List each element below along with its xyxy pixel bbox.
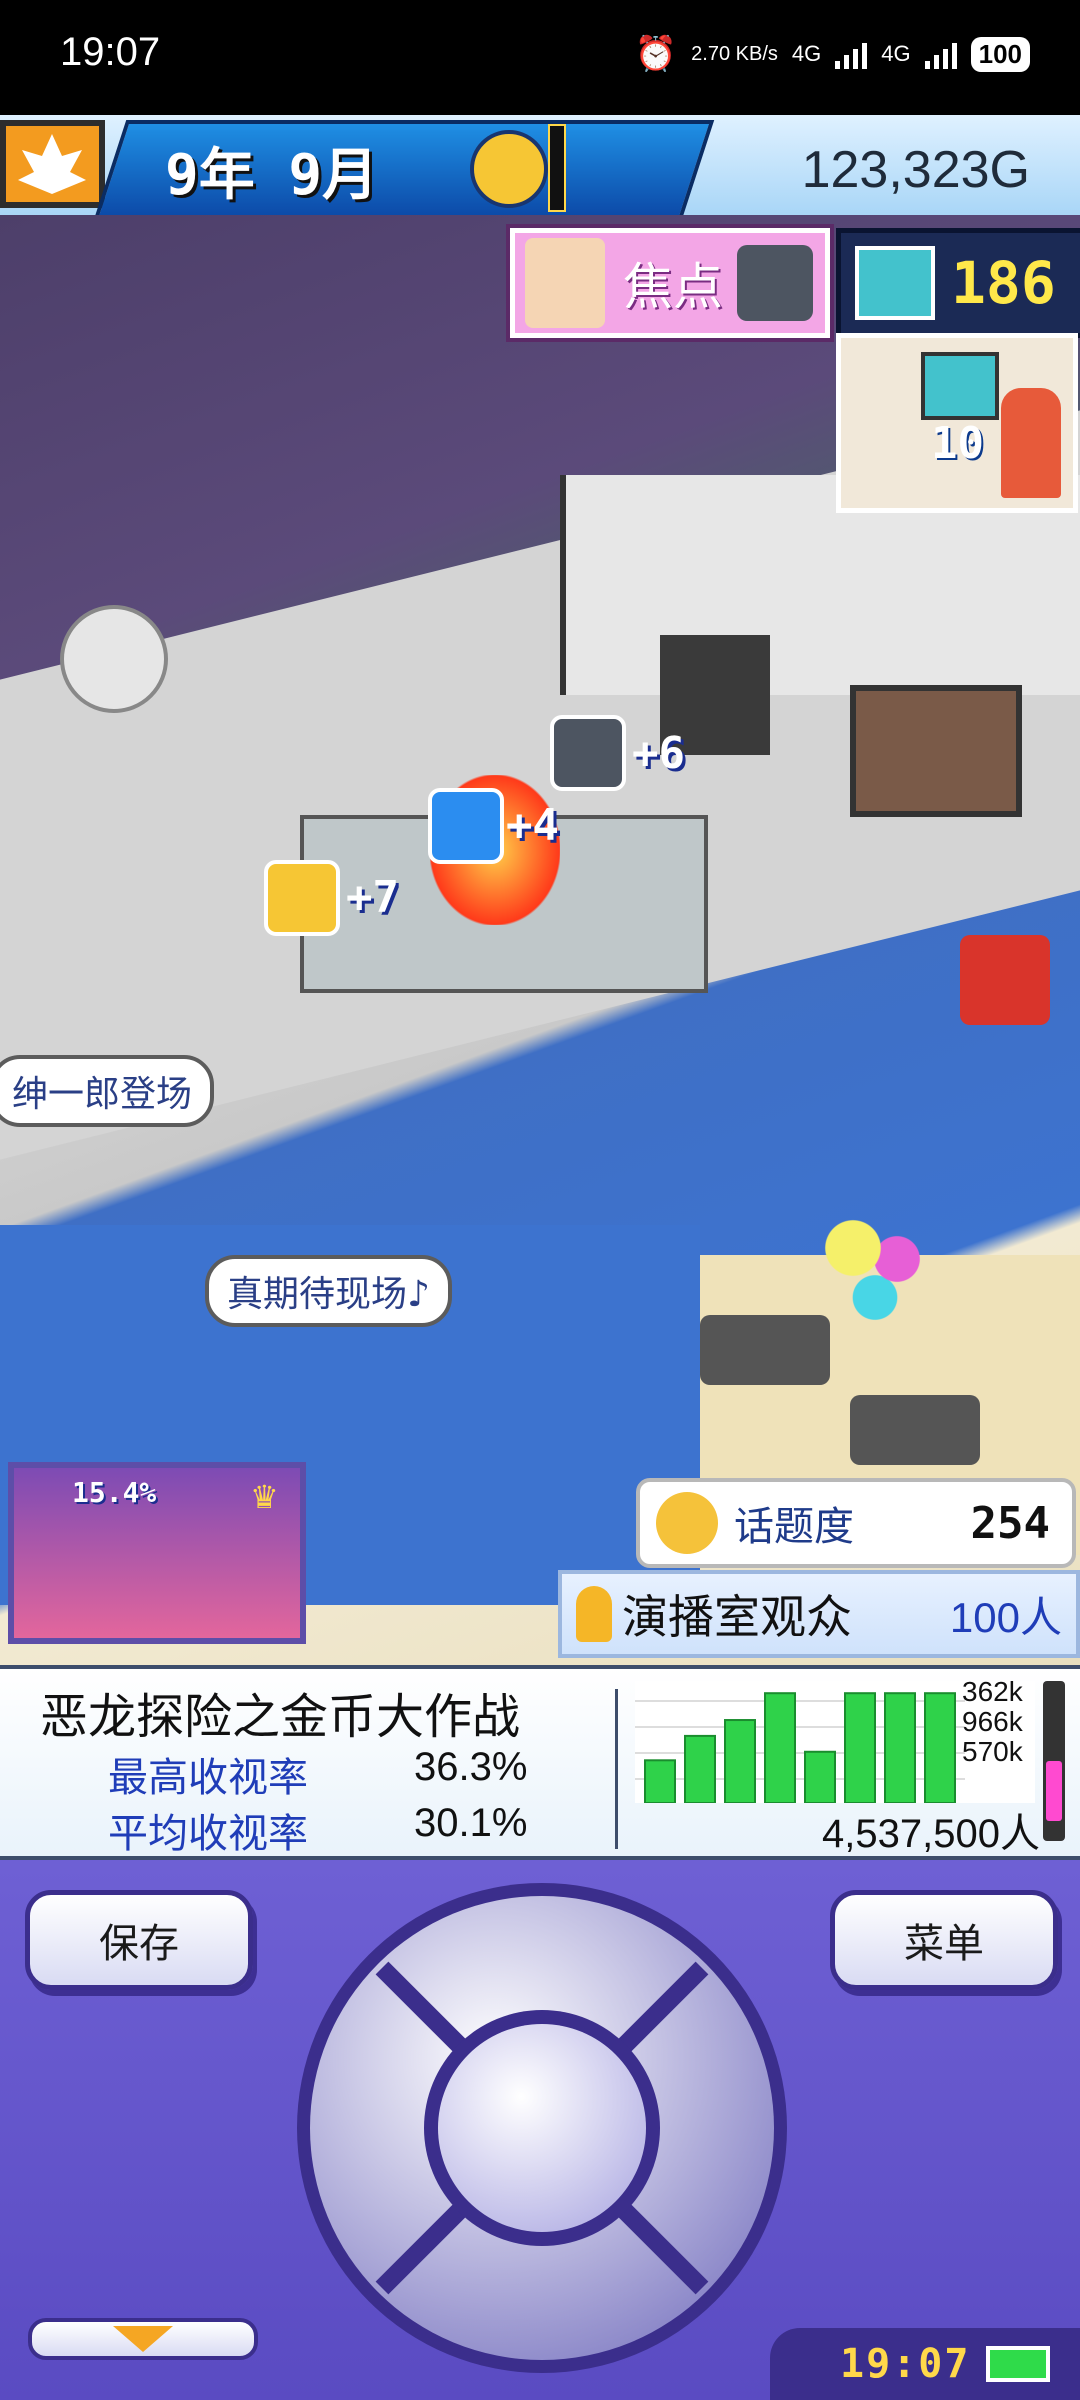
topic-value: 254 bbox=[970, 1497, 1050, 1549]
host-character-icon bbox=[1001, 388, 1061, 498]
rating-bar bbox=[844, 1692, 876, 1805]
studio-number: 10 bbox=[931, 418, 984, 469]
studio-camera bbox=[850, 1395, 980, 1465]
speed-gauge bbox=[548, 124, 566, 212]
signal-icon-2 bbox=[924, 39, 957, 69]
signal-icon-1 bbox=[835, 39, 868, 69]
speech-bubble: 真期待现场♪ bbox=[205, 1255, 452, 1327]
speed-dial-icon[interactable] bbox=[470, 130, 548, 208]
net-speed: 2.70 KB/s bbox=[691, 42, 778, 65]
battery-indicator: 100 bbox=[970, 36, 1030, 72]
status-icons: ⏰ 2.70 KB/s 4G 4G 100 bbox=[635, 34, 1030, 74]
money-display: 123,323G bbox=[801, 141, 1030, 199]
program-panel[interactable]: 恶龙探险之金币大作战 最高收视率 36.3% 平均收视率 30.1% 362k … bbox=[0, 1665, 1080, 1860]
rating-bar bbox=[764, 1692, 796, 1805]
divider bbox=[615, 1689, 618, 1849]
focus-panel[interactable]: 焦点 bbox=[510, 228, 830, 338]
rating-bar bbox=[724, 1719, 756, 1804]
studio-camera bbox=[700, 1315, 830, 1385]
rating-bar bbox=[924, 1692, 956, 1805]
plus-value-1: +6 bbox=[632, 728, 685, 779]
game-clock: 19:07 bbox=[840, 2341, 971, 2387]
monitor-icon bbox=[855, 246, 935, 320]
max-rating-label: 最高收视率 bbox=[108, 1755, 308, 1801]
focus-character-icon bbox=[525, 238, 605, 328]
menu-button[interactable]: 菜单 bbox=[830, 1890, 1058, 1990]
directional-pad[interactable] bbox=[292, 1878, 792, 2378]
focus-label: 焦点 bbox=[623, 258, 723, 316]
alarm-icon: ⏰ bbox=[634, 35, 678, 73]
speech-bubble: 绅一郎登场 bbox=[0, 1055, 215, 1127]
balloons bbox=[820, 1215, 930, 1325]
mascot-tv[interactable] bbox=[960, 935, 1050, 1025]
smile-face-icon bbox=[264, 860, 340, 936]
studio-preview[interactable]: 10 bbox=[836, 333, 1078, 513]
program-thumbnail[interactable]: 15.4% ♛ bbox=[8, 1462, 306, 1644]
topic-panel: 话题度 254 bbox=[636, 1478, 1076, 1568]
chart-label: 570k bbox=[962, 1736, 1023, 1767]
status-time: 19:07 bbox=[60, 30, 161, 74]
rating-meter-fill bbox=[1046, 1761, 1062, 1821]
plus-value-3: +7 bbox=[346, 872, 399, 923]
tv-screen bbox=[850, 685, 1022, 817]
neutral-face-icon bbox=[550, 715, 626, 791]
game-clock-bar: 19:07 bbox=[770, 2328, 1080, 2400]
audience-value: 100人 bbox=[949, 1593, 1062, 1641]
network-label-2: 4G bbox=[881, 41, 911, 66]
avg-rating-label: 平均收视率 bbox=[108, 1811, 308, 1857]
rating-bar bbox=[884, 1692, 916, 1805]
program-title: 恶龙探险之金币大作战 bbox=[40, 1689, 521, 1745]
topic-icon bbox=[656, 1492, 718, 1554]
tv-count-value: 186 bbox=[951, 249, 1056, 317]
rating-bar bbox=[684, 1734, 716, 1804]
satellite-dish bbox=[60, 605, 168, 713]
battery-icon bbox=[986, 2346, 1051, 2382]
topic-label: 话题度 bbox=[734, 1504, 854, 1550]
neutral-face-icon bbox=[737, 245, 813, 321]
triangle-down-icon bbox=[113, 2326, 173, 2352]
chart-labels: 362k 966k 570k bbox=[962, 1677, 1023, 1767]
monitor-icon bbox=[921, 352, 999, 420]
status-bar: 19:07 ⏰ 2.70 KB/s 4G 4G 100 bbox=[0, 0, 1080, 115]
station-logo-icon[interactable] bbox=[0, 120, 105, 208]
audience-label: 演播室观众 bbox=[622, 1590, 852, 1644]
tv-count-panel[interactable]: 186 bbox=[836, 228, 1080, 338]
viewers-count: 4,537,500人 bbox=[822, 1812, 1040, 1856]
audience-panel: 演播室观众 100人 bbox=[558, 1570, 1080, 1658]
chart-label: 966k bbox=[962, 1706, 1023, 1737]
max-rating-value: 36.3% bbox=[414, 1745, 528, 1789]
center-button[interactable] bbox=[438, 2024, 646, 2232]
game-date: 9年 9月 bbox=[165, 143, 379, 208]
chart-label: 362k bbox=[962, 1676, 1023, 1707]
avg-rating-value: 30.1% bbox=[414, 1801, 528, 1845]
person-icon bbox=[576, 1586, 612, 1642]
thumbnail-rating: 15.4% bbox=[72, 1476, 157, 1509]
exclamation-icon bbox=[428, 788, 504, 864]
crown-icon: ♛ bbox=[250, 1478, 279, 1516]
rating-bar bbox=[644, 1759, 676, 1805]
save-button[interactable]: 保存 bbox=[25, 1890, 253, 1990]
plus-value-2: +4 bbox=[506, 800, 559, 851]
network-label-1: 4G bbox=[791, 41, 822, 66]
rating-meter bbox=[1043, 1681, 1065, 1841]
rating-bar bbox=[804, 1750, 836, 1805]
expand-down-button[interactable] bbox=[28, 2318, 258, 2360]
